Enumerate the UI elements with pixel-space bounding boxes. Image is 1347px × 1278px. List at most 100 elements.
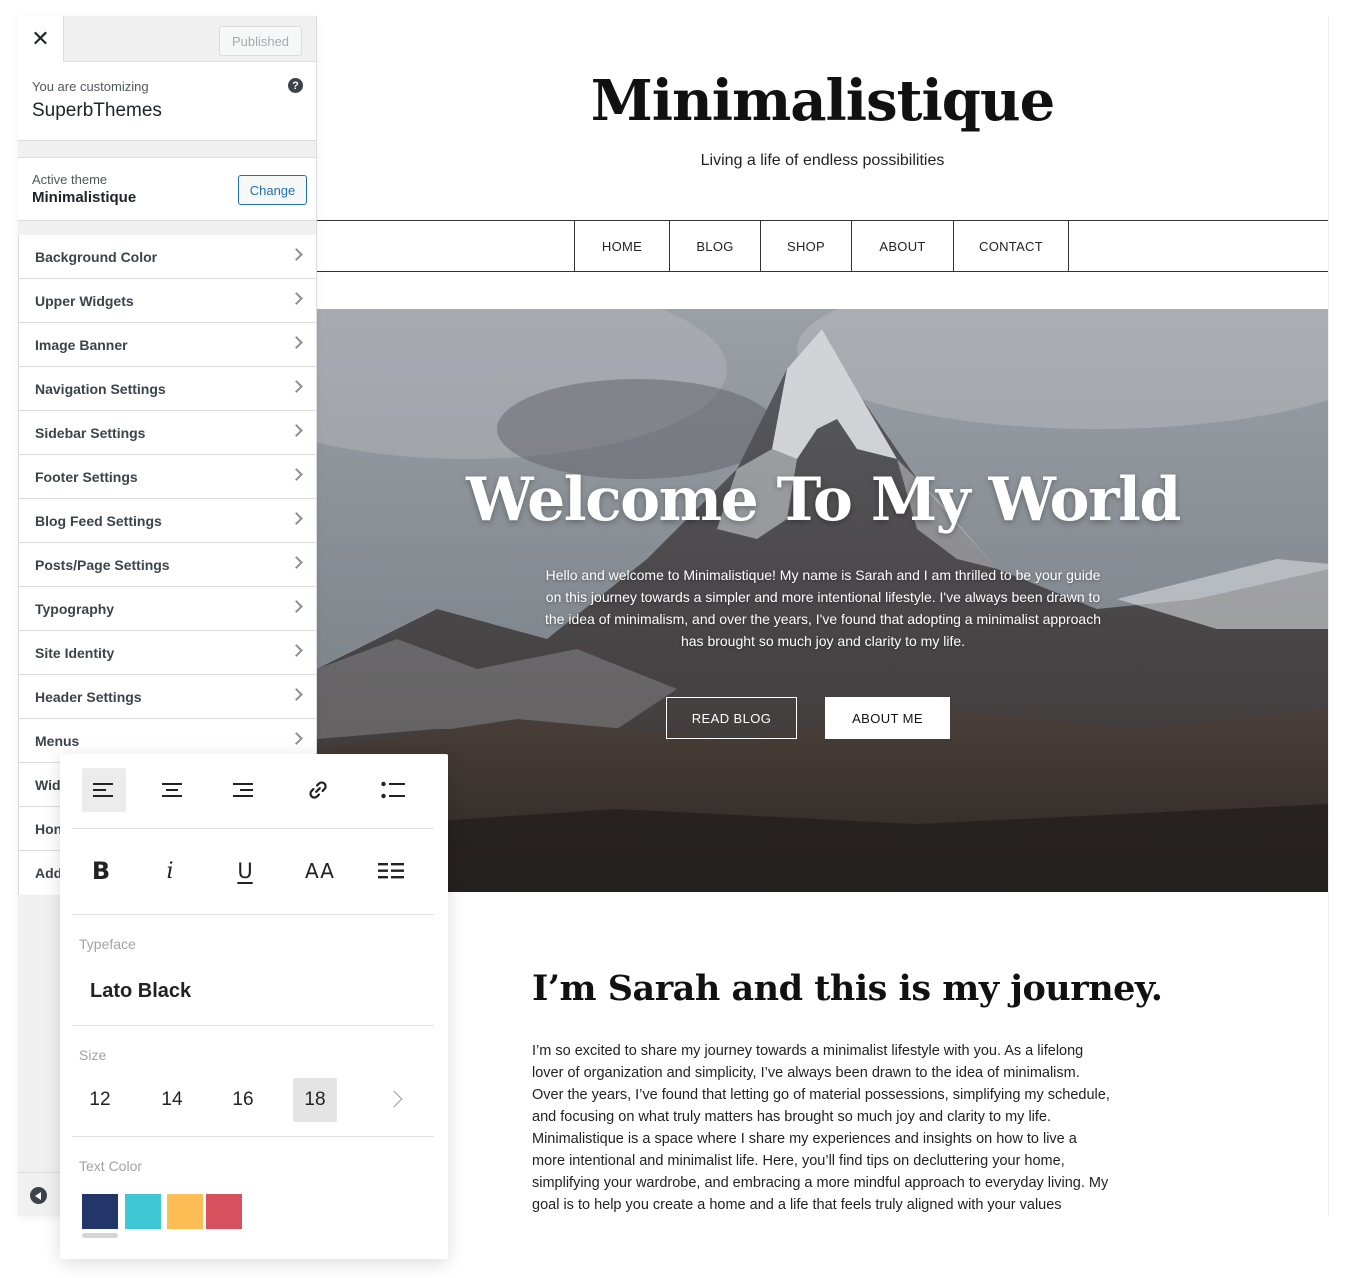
section-label: Add [35,865,63,881]
color-swatch-cyan[interactable] [125,1194,161,1229]
close-icon: ✕ [31,26,50,51]
section-typography[interactable]: Typography [18,587,316,631]
chevron-right-icon [290,380,303,393]
active-theme-label: Active theme [32,172,108,187]
italic-button[interactable]: i [148,849,192,893]
size-label: Size [79,1047,107,1063]
bold-button[interactable]: B [79,849,123,893]
nav-item-blog[interactable]: BLOG [669,221,760,271]
nav-list: HOME BLOG SHOP ABOUT CONTACT [574,221,1069,271]
align-center-button[interactable] [150,768,194,812]
size-option-16[interactable]: 16 [221,1078,265,1122]
section-label: Posts/Page Settings [35,556,170,573]
section-background-color[interactable]: Background Color [18,235,316,279]
read-blog-button[interactable]: READ BLOG [666,697,797,739]
close-button[interactable]: ✕ [18,16,64,62]
color-swatch-red[interactable] [206,1194,242,1229]
change-theme-button[interactable]: Change [238,175,307,205]
chevron-right-icon [290,600,303,613]
size-option-18[interactable]: 18 [293,1078,337,1122]
chevron-right-icon[interactable] [385,1090,403,1108]
published-button[interactable]: Published [219,26,302,56]
customizing-site-name: SuperbThemes [32,100,162,121]
chevron-right-icon [290,424,303,437]
align-right-icon [233,783,253,797]
active-theme-name: Minimalistique [32,189,137,206]
section-upper-widgets[interactable]: Upper Widgets [18,279,316,323]
align-right-button[interactable] [220,768,264,812]
hero-title: Welcome To My World [466,465,1181,535]
chevron-right-icon [290,336,303,349]
section-site-identity[interactable]: Site Identity [18,631,316,675]
nav-item-contact[interactable]: CONTACT [953,221,1069,271]
section-label: Wid [35,776,61,793]
section-label: Background Color [35,248,158,265]
active-theme: Active theme Minimalistique Change [18,157,316,221]
toolbar-divider [72,828,434,829]
typography-card: B i U AA Typeface Lato Black Size 12 14 … [60,754,448,1259]
align-left-button[interactable] [82,768,126,812]
section-label: Image Banner [35,336,128,353]
about-text: I’m so excited to share my journey towar… [532,1043,1110,1213]
color-swatch-yellow[interactable] [167,1194,203,1229]
size-option-12[interactable]: 12 [78,1078,122,1122]
chevron-right-icon [290,688,303,701]
uppercase-button[interactable]: AA [298,849,342,893]
section-label: Hon [35,820,63,837]
hero-text: Hello and welcome to Minimalistique! My … [545,567,1101,649]
link-icon [309,781,327,799]
chevron-right-icon [290,732,303,745]
section-sidebar-settings[interactable]: Sidebar Settings [18,411,316,455]
section-blog-feed-settings[interactable]: Blog Feed Settings [18,499,316,543]
customizing-label: You are customizing [32,79,149,94]
customizing-info: You are customizing SuperbThemes ? [18,62,316,141]
hero-banner: Welcome To My World Hello and welcome to… [317,309,1328,892]
site-navigation: HOME BLOG SHOP ABOUT CONTACT [317,220,1328,272]
section-label: Footer Settings [35,468,138,485]
chevron-right-icon [290,512,303,525]
nav-item-shop[interactable]: SHOP [760,221,851,271]
section-image-banner[interactable]: Image Banner [18,323,316,367]
section-label: Header Settings [35,688,142,705]
site-preview: Minimalistique Living a life of endless … [317,16,1329,1216]
section-divider [72,1025,434,1026]
chevron-right-icon [290,556,303,569]
color-swatch-navy[interactable] [82,1194,118,1229]
section-label: Menus [35,732,80,749]
nav-item-about[interactable]: ABOUT [851,221,953,271]
link-button[interactable] [296,768,340,812]
section-label: Site Identity [35,644,115,661]
about-heading: I’m Sarah and this is my journey. [532,968,1163,1009]
section-header-settings[interactable]: Header Settings [18,675,316,719]
align-center-icon [162,783,182,797]
chevron-right-icon [290,468,303,481]
chevron-right-icon [290,292,303,305]
about-me-button[interactable]: ABOUT ME [825,697,950,739]
justify-icon [378,863,404,879]
site-title[interactable]: Minimalistique [317,68,1328,134]
list-icon [381,781,405,799]
text-color-label: Text Color [79,1158,143,1174]
size-option-14[interactable]: 14 [150,1078,194,1122]
list-button[interactable] [371,768,415,812]
typeface-select[interactable]: Lato Black [90,980,191,1003]
underline-button[interactable]: U [223,849,267,893]
toolbar-divider [72,914,434,915]
site-tagline: Living a life of endless possibilities [700,152,945,169]
chevron-right-icon [290,644,303,657]
section-navigation-settings[interactable]: Navigation Settings [18,367,316,411]
collapse-icon[interactable] [30,1187,47,1204]
selected-color-indicator [82,1233,118,1238]
help-icon[interactable]: ? [288,78,303,93]
section-label: Upper Widgets [35,292,134,309]
section-label: Typography [35,600,115,617]
section-label: Sidebar Settings [35,424,146,441]
justify-button[interactable] [369,849,413,893]
section-posts-page-settings[interactable]: Posts/Page Settings [18,543,316,587]
section-divider [72,1136,434,1137]
section-label: Blog Feed Settings [35,512,162,529]
section-footer-settings[interactable]: Footer Settings [18,455,316,499]
typeface-label: Typeface [79,936,136,952]
chevron-right-icon [290,248,303,261]
nav-item-home[interactable]: HOME [574,221,669,271]
